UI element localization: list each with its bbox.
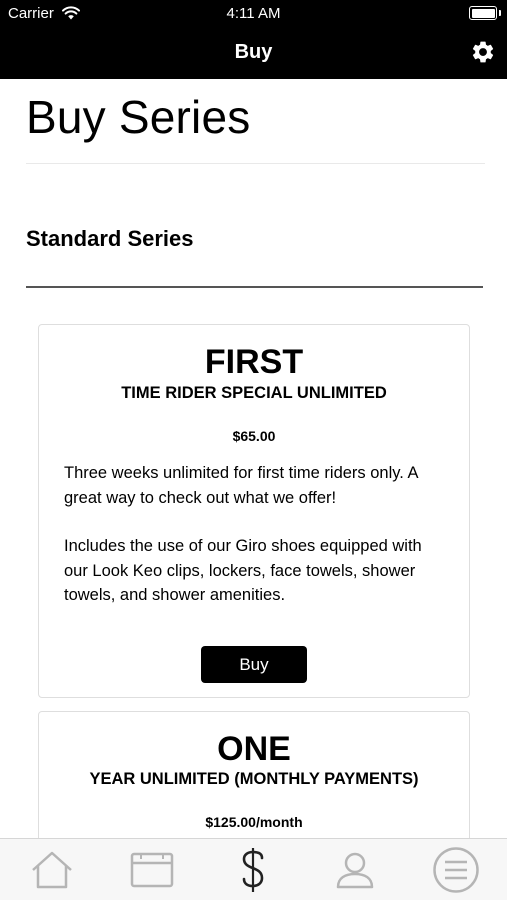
section-title: Standard Series: [26, 226, 194, 251]
page-title: Buy Series: [26, 91, 251, 143]
battery-icon: [469, 6, 497, 20]
card-subheading: TIME RIDER SPECIAL UNLIMITED: [121, 384, 387, 402]
dollar-icon: [242, 848, 264, 892]
section-divider: [26, 286, 483, 288]
card-heading: FIRST: [204, 343, 304, 381]
navigation-bar: Carrier 4:11 AM Buy: [0, 0, 507, 79]
home-icon: [32, 851, 72, 889]
card-price: $125.00/month: [205, 814, 303, 830]
card-subheading: YEAR UNLIMITED (MONTHLY PAYMENTS): [89, 770, 419, 788]
tab-profile[interactable]: [315, 845, 395, 895]
tab-home[interactable]: [12, 845, 92, 895]
card-price: $65.00: [232, 428, 276, 444]
series-card-first: FIRST TIME RIDER SPECIAL UNLIMITED $65.0…: [38, 324, 470, 698]
card-heading: ONE: [217, 730, 291, 768]
tab-bar: [0, 838, 507, 900]
tab-more[interactable]: [416, 845, 496, 895]
card-description: Three weeks unlimited for first time rid…: [64, 464, 418, 507]
title-divider: [26, 163, 485, 164]
buy-button[interactable]: Buy: [201, 646, 307, 683]
gear-icon[interactable]: [470, 39, 496, 65]
menu-icon: [433, 847, 479, 893]
calendar-icon: [130, 852, 174, 888]
profile-icon: [336, 852, 374, 889]
tab-schedule[interactable]: [112, 845, 192, 895]
card-description-details: Includes the use of our Giro shoes equip…: [64, 537, 422, 604]
status-time: 4:11 AM: [226, 5, 281, 22]
status-bar: Carrier 4:11 AM: [0, 0, 507, 28]
battery-tip: [499, 10, 501, 16]
nav-title: Buy: [234, 41, 273, 63]
tab-buy[interactable]: [213, 845, 293, 895]
